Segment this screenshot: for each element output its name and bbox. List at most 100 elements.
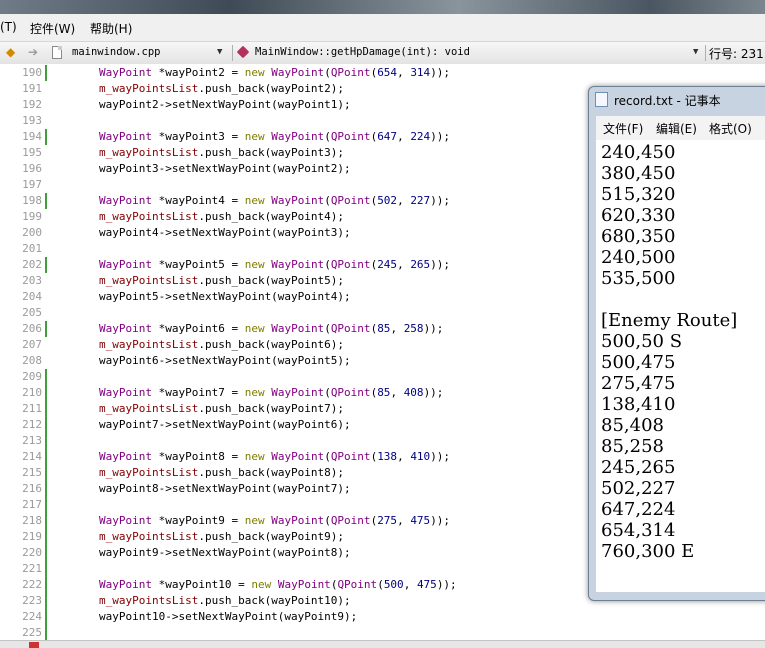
code-token: 500 bbox=[383, 578, 404, 591]
notepad-menu-bar: 文件(F) 编辑(E) 格式(O) bbox=[596, 116, 765, 141]
line-number: 218 bbox=[22, 514, 42, 527]
menu-item-help[interactable]: 帮助(H) bbox=[90, 20, 132, 37]
notepad-text-line: 515,320 bbox=[601, 184, 676, 205]
function-selector[interactable]: MainWindow::getHpDamage(int): void ▼ bbox=[255, 44, 705, 61]
line-number: 204 bbox=[22, 290, 42, 303]
change-marker bbox=[45, 257, 47, 273]
code-token: 265 bbox=[410, 258, 431, 271]
code-token: 475 bbox=[410, 514, 431, 527]
line-number: 222 bbox=[22, 578, 42, 591]
change-marker bbox=[45, 609, 47, 625]
code-token: *wayPoint7 = bbox=[151, 386, 245, 399]
line-number: 202 bbox=[22, 258, 42, 271]
notepad-menu-format[interactable]: 格式(O) bbox=[709, 120, 752, 137]
code-text: WayPoint *wayPoint10 = new WayPoint (QPoi… bbox=[99, 577, 457, 593]
change-marker bbox=[45, 225, 47, 241]
code-token: new bbox=[244, 130, 265, 143]
code-text: wayPoint7->setNextWayPoint(wayPoint6); bbox=[99, 417, 351, 433]
code-token: m_wayPointsList bbox=[99, 402, 199, 415]
code-token: 227 bbox=[410, 194, 431, 207]
code-text: WayPoint *wayPoint7 = new WayPoint(QPoin… bbox=[99, 385, 443, 401]
line-position: 行号: 231 bbox=[709, 47, 764, 61]
change-marker bbox=[45, 353, 47, 369]
code-text: WayPoint *wayPoint9 = new WayPoint(QPoin… bbox=[99, 513, 450, 529]
function-signature: MainWindow::getHpDamage(int): void bbox=[255, 46, 470, 58]
code-text: wayPoint5->setNextWayPoint(wayPoint4); bbox=[99, 289, 351, 305]
notepad-text-line: 620,330 bbox=[601, 205, 676, 226]
file-name: mainwindow.cpp bbox=[72, 46, 161, 58]
code-token: ( bbox=[324, 322, 331, 335]
notepad-text-line: 535,500 bbox=[601, 268, 676, 289]
function-icon bbox=[236, 45, 250, 59]
change-marker bbox=[45, 337, 47, 353]
code-line[interactable]: 190 WayPoint *wayPoint2 = new WayPoint(QP… bbox=[0, 65, 765, 81]
code-token: *wayPoint3 = bbox=[151, 130, 245, 143]
forward-arrow-icon[interactable]: ➔ bbox=[28, 45, 38, 59]
line-number: 223 bbox=[22, 594, 42, 607]
code-token: ( bbox=[324, 450, 331, 463]
code-token: new bbox=[244, 514, 265, 527]
line-number: 193 bbox=[22, 114, 42, 127]
code-token: .push_back(wayPoint2); bbox=[198, 82, 345, 95]
code-token: ( bbox=[324, 514, 331, 527]
notepad-menu-file[interactable]: 文件(F) bbox=[603, 120, 643, 137]
code-token: m_wayPointsList bbox=[99, 530, 199, 543]
line-number: 220 bbox=[22, 546, 42, 559]
code-token: .push_back(wayPoint6); bbox=[198, 338, 345, 351]
change-marker bbox=[45, 305, 47, 321]
code-token: .push_back(wayPoint8); bbox=[198, 466, 345, 479]
change-marker bbox=[45, 81, 47, 97]
code-token: .push_back(wayPoint4); bbox=[198, 210, 345, 223]
change-marker bbox=[45, 177, 47, 193]
line-number: 195 bbox=[22, 146, 42, 159]
chevron-down-icon[interactable]: ▼ bbox=[217, 44, 222, 61]
notepad-text-line: 760,300 E bbox=[601, 541, 695, 562]
code-token: 138 bbox=[377, 450, 398, 463]
change-marker bbox=[45, 625, 47, 641]
change-marker bbox=[45, 513, 47, 529]
code-token: m_wayPointsList bbox=[99, 466, 199, 479]
file-selector[interactable]: mainwindow.cpp ▼ bbox=[72, 44, 230, 61]
notepad-text-line: 502,227 bbox=[601, 478, 676, 499]
code-token: wayPoint5->setNextWayPoint(wayPoint4); bbox=[99, 290, 351, 303]
back-arrow-icon[interactable]: ◆ bbox=[6, 45, 15, 59]
code-token: .push_back(wayPoint3); bbox=[198, 146, 345, 159]
code-token: 502 bbox=[377, 194, 398, 207]
code-token: )); bbox=[430, 514, 451, 527]
code-token: 475 bbox=[416, 578, 437, 591]
code-token: new bbox=[244, 386, 265, 399]
code-token: , bbox=[397, 130, 411, 143]
code-token: WayPoint bbox=[99, 450, 152, 463]
menu-bar: (T) 控件(W) 帮助(H) bbox=[0, 14, 765, 42]
code-token: WayPoint bbox=[99, 322, 152, 335]
code-token: WayPoint bbox=[277, 578, 331, 591]
menu-item-widgets[interactable]: 控件(W) bbox=[30, 20, 75, 37]
change-marker bbox=[45, 417, 47, 433]
notepad-title-bar[interactable]: record.txt - 记事本 bbox=[595, 92, 721, 112]
notepad-menu-edit[interactable]: 编辑(E) bbox=[656, 120, 697, 137]
change-marker bbox=[45, 577, 47, 593]
notepad-text-line: 380,450 bbox=[601, 163, 676, 184]
code-token: wayPoint3->setNextWayPoint(wayPoint2); bbox=[99, 162, 351, 175]
code-token: WayPoint bbox=[271, 194, 325, 207]
code-token: wayPoint10->setNextWayPoint(wayPoint9); bbox=[99, 610, 358, 623]
code-line[interactable]: 224 wayPoint10->setNextWayPoint(wayPoint9… bbox=[0, 609, 765, 625]
code-token: new bbox=[251, 578, 272, 591]
menu-item-tools[interactable]: (T) bbox=[0, 20, 17, 34]
notepad-window[interactable]: record.txt - 记事本 文件(F) 编辑(E) 格式(O) 240,4… bbox=[588, 86, 765, 601]
change-marker bbox=[45, 369, 47, 385]
code-token: 408 bbox=[403, 386, 424, 399]
code-text: m_wayPointsList.push_back(wayPoint2); bbox=[99, 81, 344, 97]
code-token: *wayPoint2 = bbox=[151, 66, 245, 79]
notepad-text-area[interactable]: 240,450 380,450 515,320 620,330 680,350 240,5… bbox=[596, 140, 765, 592]
code-text: wayPoint2->setNextWayPoint(wayPoint1); bbox=[99, 97, 351, 113]
code-text: m_wayPointsList.push_back(wayPoint9); bbox=[99, 529, 344, 545]
code-token: *wayPoint10 = bbox=[151, 578, 252, 591]
toolbar-divider bbox=[232, 45, 233, 61]
editor-toolbar: ◆ ➔ mainwindow.cpp ▼ MainWindow::getHpDa… bbox=[0, 42, 765, 65]
file-lock-icon bbox=[52, 46, 62, 59]
code-token: 314 bbox=[410, 66, 431, 79]
chevron-down-icon[interactable]: ▼ bbox=[693, 44, 698, 61]
change-marker bbox=[45, 113, 47, 129]
code-line[interactable]: 225 bbox=[0, 625, 765, 641]
